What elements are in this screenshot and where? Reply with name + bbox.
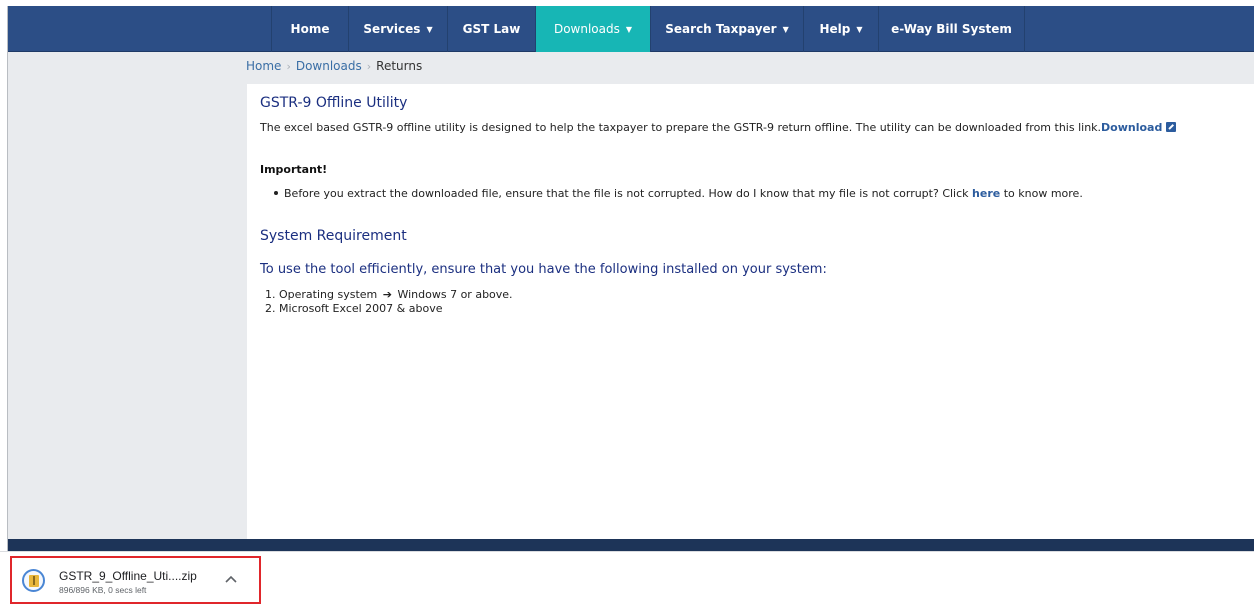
bullet-text: Before you extract the downloaded file, … — [284, 187, 969, 200]
usage-subheading: To use the tool efficiently, ensure that… — [260, 262, 827, 277]
chevron-up-icon[interactable] — [224, 573, 238, 587]
external-link-icon[interactable] — [1166, 122, 1177, 132]
list-item: 1. Operating system ➔ Windows 7 or above… — [265, 288, 513, 302]
download-shelf: GSTR_9_Offline_Uti....zip 896/896 KB, 0 … — [0, 551, 1254, 605]
nav-help[interactable]: Help ▼ — [804, 6, 879, 52]
breadcrumb-separator: › — [366, 60, 372, 73]
breadcrumb-separator: › — [286, 60, 291, 73]
breadcrumb-downloads[interactable]: Downloads — [296, 59, 362, 73]
caret-down-icon: ▼ — [426, 24, 433, 34]
nav-search-taxpayer[interactable]: Search Taxpayer ▼ — [651, 6, 804, 52]
breadcrumb-current: Returns — [376, 59, 423, 73]
requirement-excel: 2. Microsoft Excel 2007 & above — [265, 302, 443, 315]
download-link[interactable]: Download — [1101, 121, 1162, 134]
list-item: 2. Microsoft Excel 2007 & above — [265, 302, 513, 316]
zip-file-icon — [22, 569, 45, 592]
system-requirement-heading: System Requirement — [260, 228, 407, 244]
download-status: 896/896 KB, 0 secs left — [59, 585, 147, 595]
breadcrumb-home[interactable]: Home — [246, 59, 281, 73]
nav-downloads[interactable]: Downloads ▼ — [536, 6, 651, 52]
caret-down-icon: ▼ — [856, 24, 863, 34]
intro-text: The excel based GSTR-9 offline utility i… — [260, 121, 1102, 134]
browser-page: Home Services ▼ GST Law Downloads ▼ Search… — [7, 6, 1254, 551]
intro-paragraph: The excel based GSTR-9 offline utility i… — [260, 121, 1240, 135]
requirement-os-label: 1. Operating system — [265, 288, 378, 301]
here-link[interactable]: here — [972, 187, 1000, 200]
nav-search-taxpayer-label: Search Taxpayer — [665, 22, 777, 36]
footer-bar — [8, 539, 1254, 551]
important-heading: Important! — [260, 163, 328, 176]
nav-services-label: Services — [363, 22, 421, 36]
download-item[interactable]: GSTR_9_Offline_Uti....zip 896/896 KB, 0 … — [10, 556, 261, 604]
important-bullet: Before you extract the downloaded file, … — [274, 187, 1083, 200]
main-navbar: Home Services ▼ GST Law Downloads ▼ Search… — [8, 6, 1254, 52]
requirement-os-value: Windows 7 or above. — [397, 288, 513, 301]
nav-home-label: Home — [290, 22, 330, 36]
caret-down-icon: ▼ — [782, 24, 789, 34]
nav-eway-bill[interactable]: e-Way Bill System — [879, 6, 1025, 52]
nav-eway-bill-label: e-Way Bill System — [891, 22, 1012, 36]
nav-services[interactable]: Services ▼ — [349, 6, 448, 52]
nav-gst-law-label: GST Law — [462, 22, 521, 36]
bullet-dot — [274, 191, 278, 195]
nav-home[interactable]: Home — [271, 6, 349, 52]
requirements-list: 1. Operating system ➔ Windows 7 or above… — [265, 288, 513, 316]
nav-help-label: Help — [819, 22, 851, 36]
nav-downloads-label: Downloads — [553, 22, 620, 36]
page-title: GSTR-9 Offline Utility — [260, 95, 408, 111]
breadcrumb: Home › Downloads › Returns — [246, 59, 422, 73]
caret-down-icon: ▼ — [625, 24, 633, 34]
bullet-tail: to know more. — [1003, 187, 1083, 200]
content-panel: GSTR-9 Offline Utility The excel based G… — [247, 84, 1254, 539]
nav-gst-law[interactable]: GST Law — [448, 6, 536, 52]
download-file-name: GSTR_9_Offline_Uti....zip — [59, 569, 197, 583]
arrow-right-icon: ➔ — [382, 288, 392, 301]
